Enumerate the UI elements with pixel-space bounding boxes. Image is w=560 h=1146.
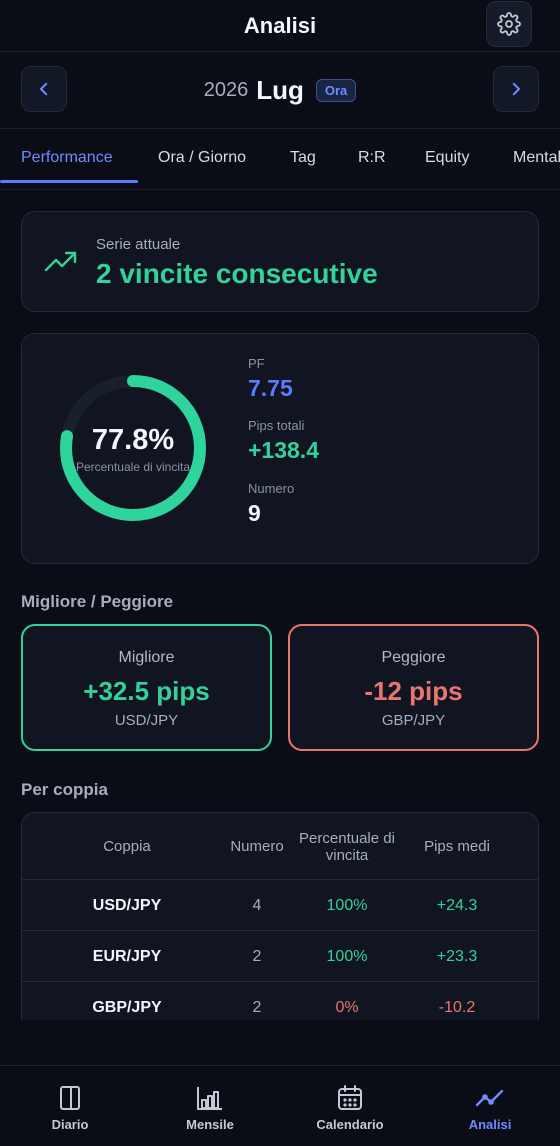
worst-trade-pair: GBP/JPY: [381, 712, 446, 729]
current-month: 2026 Lug Ora: [204, 75, 357, 106]
by-pair-title: Per coppia: [21, 780, 108, 799]
table-row[interactable]: USD/JPY 4 100% +24.3: [22, 880, 538, 931]
tab-mental[interactable]: Mentale: [513, 129, 560, 187]
bottom-navigation: Diario Mensile Calendario Analisi: [0, 1065, 560, 1146]
month-label: Lug: [256, 74, 304, 105]
nav-label: Calendario: [316, 1117, 384, 1132]
table-header: Coppia Numero Percentuale di vincita Pip…: [22, 813, 538, 880]
trending-up-icon: [44, 251, 77, 272]
pf-value: 7.75: [248, 375, 293, 401]
pf-label: PF: [248, 356, 265, 371]
column-header-pair: Coppia: [103, 838, 151, 855]
win-rate-label: Percentuale di vincita: [75, 460, 191, 474]
nav-item-journal[interactable]: Diario: [0, 1066, 140, 1146]
gear-icon: [497, 12, 521, 36]
count-cell: 2: [252, 998, 262, 1016]
chevron-left-icon: [40, 82, 48, 96]
worst-trade-title: Peggiore: [381, 649, 446, 666]
best-trade-card: Migliore +32.5 pips USD/JPY: [21, 624, 272, 751]
current-month-badge[interactable]: Ora: [315, 78, 357, 102]
total-pips-label: Pips totali: [248, 418, 305, 433]
count-cell: 4: [252, 896, 262, 914]
journal-icon: [60, 1086, 80, 1110]
year-label: 2026: [203, 78, 249, 101]
tab-tag[interactable]: Tag: [290, 129, 316, 187]
total-pips-value: +138.4: [248, 437, 319, 463]
pair-cell: GBP/JPY: [92, 998, 162, 1016]
win-rate-cell: 100%: [326, 896, 368, 914]
page-title: Analisi: [243, 12, 317, 38]
nav-label: Mensile: [186, 1117, 234, 1132]
avg-pips-cell: +24.3: [436, 896, 478, 914]
trade-count-value: 9: [248, 500, 261, 526]
best-trade-title: Migliore: [118, 649, 175, 666]
tab-hour-day[interactable]: Ora / Giorno: [158, 129, 246, 187]
nav-label: Analisi: [468, 1117, 512, 1132]
bar-chart-icon: [197, 1087, 222, 1110]
avg-pips-cell: -10.2: [438, 998, 476, 1016]
best-trade-value: +32.5 pips: [83, 676, 210, 706]
month-selector: 2026 Lug Ora: [0, 52, 560, 128]
win-rate-cell: 100%: [326, 947, 368, 965]
win-rate-value: 77.8%: [91, 424, 175, 456]
avg-pips-cell: +23.3: [436, 947, 478, 965]
win-rate-cell: 0%: [335, 998, 359, 1016]
by-pair-table: Coppia Numero Percentuale di vincita Pip…: [21, 812, 539, 1020]
performance-stats-card: 77.8% Percentuale di vincita PF 7.75 Pip…: [21, 333, 539, 564]
trade-count-label: Numero: [248, 481, 295, 496]
worst-trade-value: -12 pips: [364, 676, 463, 706]
pair-cell: EUR/JPY: [92, 947, 162, 965]
nav-item-analysis[interactable]: Analisi: [420, 1066, 560, 1146]
count-cell: 2: [252, 947, 262, 965]
nav-label: Diario: [51, 1117, 89, 1132]
streak-card: Serie attuale 2 vincite consecutive: [21, 211, 539, 312]
best-trade-pair: USD/JPY: [114, 712, 179, 729]
pair-cell: USD/JPY: [92, 896, 162, 914]
table-row[interactable]: EUR/JPY 2 100% +23.3: [22, 931, 538, 982]
best-worst-title: Migliore / Peggiore: [21, 592, 174, 611]
column-header-avg-pips: Pips medi: [424, 838, 490, 855]
active-tab-indicator: [0, 180, 138, 183]
streak-value: 2 vincite consecutive: [96, 258, 378, 289]
nav-item-calendar[interactable]: Calendario: [280, 1066, 420, 1146]
column-header-count: Numero: [230, 838, 284, 855]
next-month-button[interactable]: [493, 66, 539, 112]
trend-icon: [475, 1089, 504, 1107]
nav-item-monthly[interactable]: Mensile: [140, 1066, 280, 1146]
chevron-right-icon: [512, 82, 520, 96]
worst-trade-card: Peggiore -12 pips GBP/JPY: [288, 624, 539, 751]
tab-equity[interactable]: Equity: [425, 129, 469, 187]
calendar-icon: [338, 1085, 362, 1110]
streak-subtitle: Serie attuale: [96, 236, 181, 253]
column-header-win-rate: Percentuale di vincita: [299, 829, 395, 864]
tab-performance[interactable]: Performance: [21, 129, 113, 187]
table-row[interactable]: GBP/JPY 2 0% -10.2: [22, 982, 538, 1020]
tab-risk-reward[interactable]: R:R: [358, 129, 386, 187]
previous-month-button[interactable]: [21, 66, 67, 112]
settings-button[interactable]: [486, 1, 532, 47]
app-header: Analisi: [0, 0, 560, 52]
